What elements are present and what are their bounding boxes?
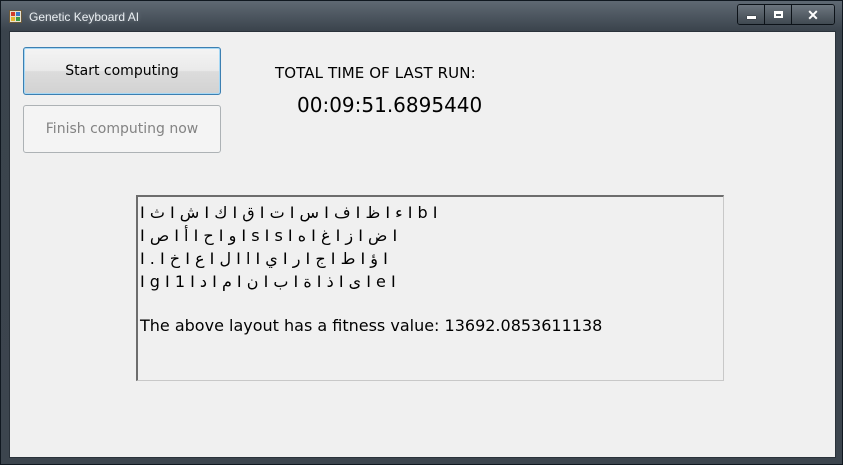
minimize-button[interactable]: [738, 5, 765, 24]
close-icon: ✕: [807, 6, 819, 23]
form-client-area: Start computing Finish computing now TOT…: [9, 31, 836, 458]
minimize-icon: [746, 16, 756, 19]
result-output-box[interactable]: I ث I ش I ك I ق I ت I س I ف I ظ I ء I b …: [136, 195, 724, 381]
layout-row: I ص I أ I ح I و I s I s I ه I غ I ز I ض …: [140, 226, 398, 245]
layout-row: I g I 1 I د I م I ن I ب I ة I ذ I ى I e …: [140, 272, 396, 291]
main-window: Genetic Keyboard AI ✕ Start computing Fi…: [0, 0, 843, 465]
window-controls: ✕: [737, 4, 835, 25]
start-computing-button[interactable]: Start computing: [23, 47, 221, 95]
total-time-label: TOTAL TIME OF LAST RUN:: [275, 64, 476, 82]
maximize-button[interactable]: [765, 5, 792, 24]
total-time-value: 00:09:51.6895440: [297, 93, 483, 117]
close-button[interactable]: ✕: [792, 5, 834, 24]
window-title: Genetic Keyboard AI: [29, 10, 140, 24]
keyboard-layout: I ث I ش I ك I ق I ت I س I ف I ظ I ء I b …: [140, 201, 438, 293]
finish-computing-button[interactable]: Finish computing now: [23, 105, 221, 153]
app-icon[interactable]: [9, 10, 22, 23]
layout-row: I ث I ش I ك I ق I ت I س I ف I ظ I ء I b …: [140, 203, 438, 222]
layout-row: I . I خ I ع I ل I ا I ي I ر I ج I ط I ؤ …: [140, 249, 388, 268]
maximize-icon: [773, 11, 783, 18]
fitness-text: The above layout has a fitness value: 13…: [140, 316, 603, 335]
